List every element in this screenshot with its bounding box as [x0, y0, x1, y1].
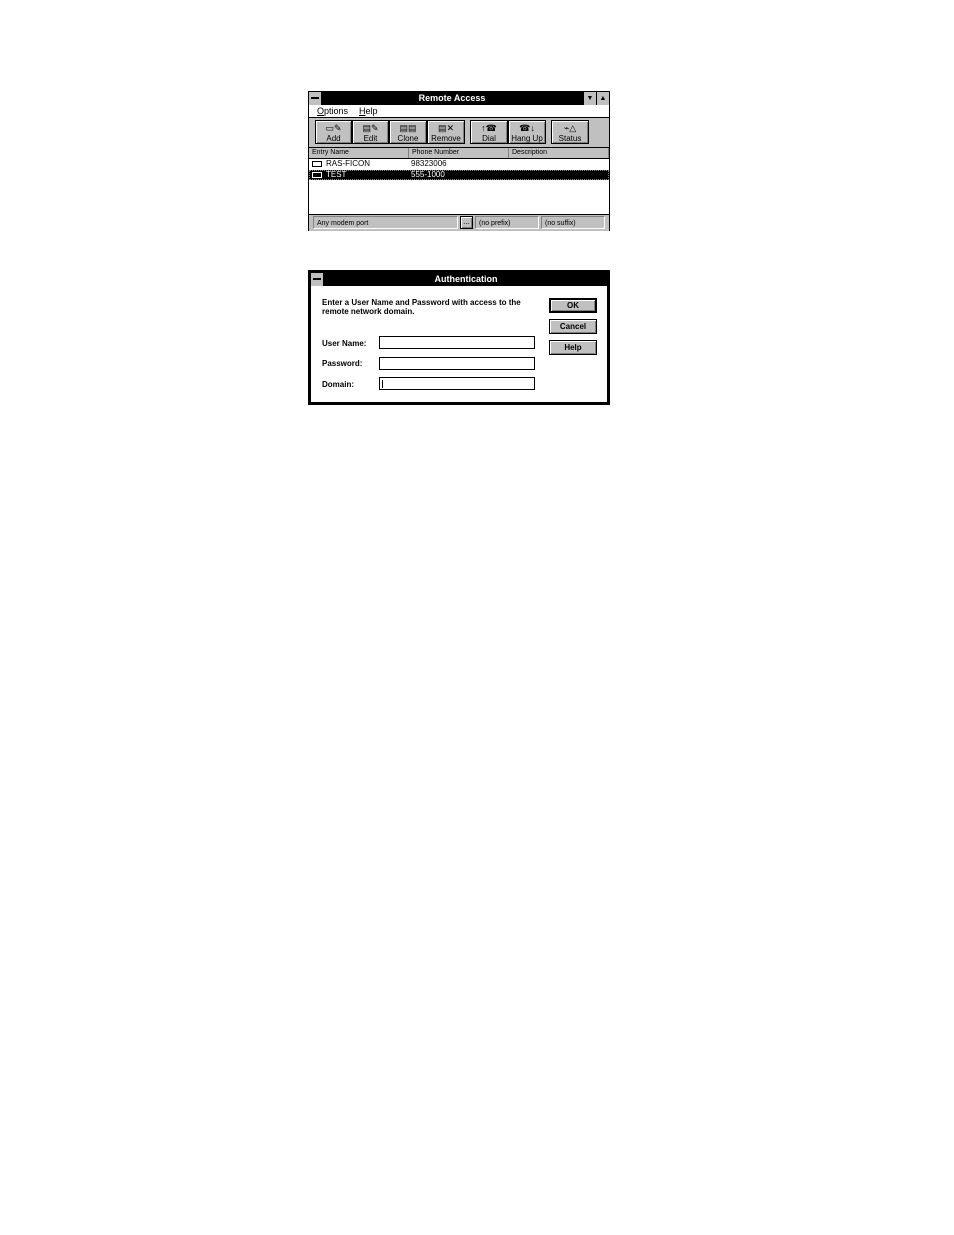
authentication-dialog: Authentication Enter a User Name and Pas…	[308, 270, 610, 405]
status-bar: Any modem port ... (no prefix) (no suffi…	[309, 214, 609, 231]
phonebook-list[interactable]: Entry Name Phone Number Description RAS-…	[309, 148, 609, 214]
help-button[interactable]: Help	[549, 340, 597, 355]
remove-label: Remove	[431, 134, 461, 143]
clone-label: Clone	[397, 134, 419, 143]
phone-number: 98323006	[411, 159, 447, 168]
edit-label: Edit	[363, 134, 378, 143]
phone-entry-icon	[312, 161, 322, 167]
list-header: Entry Name Phone Number Description	[309, 148, 609, 159]
user-name-field[interactable]	[379, 336, 535, 349]
add-button[interactable]: ▭✎ Add	[315, 120, 352, 144]
table-row-selected[interactable]: TEST 555-1000	[309, 170, 609, 180]
menu-help[interactable]: Help	[359, 105, 378, 117]
menu-options[interactable]: Options	[317, 105, 348, 117]
domain-label: Domain:	[322, 380, 354, 389]
column-description[interactable]: Description	[509, 148, 609, 158]
auth-prompt: Enter a User Name and Password with acce…	[322, 298, 521, 316]
hang-up-label: Hang Up	[511, 134, 543, 143]
system-menu-icon[interactable]	[311, 273, 324, 286]
user-name-label: User Name:	[322, 339, 367, 348]
remote-access-window: Remote Access ▼ ▲ Options Help ▭✎ Add ▤✎…	[308, 91, 610, 231]
toolbar: ▭✎ Add ▤✎ Edit ▤▤ Clone ▤✕ Remove ↑☎ Dia…	[309, 118, 609, 148]
hang-up-button[interactable]: ☎↓ Hang Up	[508, 120, 546, 144]
remote-access-titlebar[interactable]: Remote Access ▼ ▲	[309, 92, 609, 105]
remove-button[interactable]: ▤✕ Remove	[427, 120, 465, 144]
password-field[interactable]	[379, 357, 535, 370]
port-status: Any modem port	[313, 216, 458, 229]
entry-name: RAS-FICON	[326, 159, 370, 168]
remove-icon: ▤✕	[437, 123, 455, 133]
hang-up-icon: ☎↓	[519, 123, 535, 133]
domain-field[interactable]	[379, 377, 535, 390]
password-label: Password:	[322, 359, 363, 368]
edit-button[interactable]: ▤✎ Edit	[352, 120, 389, 144]
clone-button[interactable]: ▤▤ Clone	[389, 120, 427, 144]
ok-button[interactable]: OK	[549, 298, 597, 313]
authentication-titlebar[interactable]: Authentication	[311, 273, 607, 286]
system-menu-icon[interactable]	[309, 92, 322, 105]
column-entry-name[interactable]: Entry Name	[309, 148, 409, 158]
phone-entry-icon	[312, 172, 322, 178]
browse-button[interactable]: ...	[460, 216, 473, 229]
dialog-title: Authentication	[434, 274, 498, 284]
menu-bar: Options Help	[309, 105, 609, 118]
suffix-status: (no suffix)	[541, 216, 605, 229]
status-label: Status	[558, 134, 582, 143]
prefix-status: (no prefix)	[475, 216, 539, 229]
entry-name: TEST	[326, 170, 347, 179]
phone-number: 555-1000	[411, 170, 445, 179]
edit-icon: ▤✎	[362, 123, 379, 133]
minimize-button[interactable]: ▼	[583, 92, 596, 105]
table-row[interactable]: RAS-FICON 98323006	[309, 159, 609, 169]
status-icon: ⌁△	[563, 123, 577, 133]
dial-button[interactable]: ↑☎ Dial	[470, 120, 508, 144]
status-button[interactable]: ⌁△ Status	[551, 120, 589, 144]
clone-icon: ▤▤	[399, 123, 417, 133]
window-title: Remote Access	[418, 93, 486, 103]
column-phone-number[interactable]: Phone Number	[409, 148, 509, 158]
dial-icon: ↑☎	[481, 123, 497, 133]
maximize-button[interactable]: ▲	[596, 92, 609, 105]
cancel-button[interactable]: Cancel	[549, 319, 597, 334]
dial-label: Dial	[482, 134, 496, 143]
add-icon: ▭✎	[325, 123, 342, 133]
add-label: Add	[326, 134, 341, 143]
